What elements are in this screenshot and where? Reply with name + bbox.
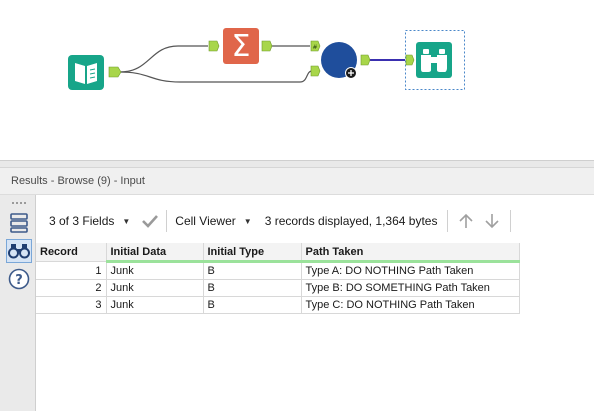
cell-initial-type[interactable]: B [203,261,302,280]
cell-record[interactable]: 3 [36,296,107,314]
cell-path-taken[interactable]: Type C: DO NOTHING Path Taken [301,296,520,314]
grip-handle[interactable] [12,202,26,204]
next-button[interactable] [484,208,500,234]
caret-down-icon: ▼ [122,216,131,226]
previous-button[interactable] [458,208,474,234]
arrow-down-icon [485,214,500,229]
checkmark-icon [142,215,159,228]
input-data-tool[interactable] [68,55,122,90]
toolbar-divider [447,210,449,232]
sigma-icon: Σ [232,29,251,64]
results-side-rail: ? [0,195,36,411]
connection-input-to-join [119,70,313,83]
metadata-view-button[interactable] [6,211,32,235]
input-anchor [405,54,415,66]
data-view-button[interactable] [6,239,32,263]
cell-initial-data[interactable]: Junk [106,296,204,314]
fields-dropdown[interactable]: 3 of 3 Fields ▼ [49,208,130,234]
arrow-up-icon [459,213,474,228]
output-anchor [360,54,371,66]
column-header-initial-data[interactable]: Initial Data [106,243,204,263]
workflow-canvas[interactable]: Σ # [0,0,594,160]
summarize-tool[interactable]: Σ [208,28,273,64]
output-anchor [108,66,122,78]
column-header-record[interactable]: Record [36,243,107,262]
header-row: Record Initial Data Initial Type Path Ta… [36,243,520,263]
toolbar-divider [166,210,168,232]
toolbar-divider [510,210,512,232]
panel-splitter[interactable] [0,160,594,168]
question-circle-icon: ? [8,268,30,290]
svg-text:?: ? [15,273,23,288]
column-header-path-taken[interactable]: Path Taken [301,243,520,263]
input-anchor-bottom [310,65,321,77]
results-window-title: Results - Browse (9) - Input [0,168,594,195]
cell-path-taken[interactable]: Type B: DO SOMETHING Path Taken [301,279,520,297]
cell-path-taken[interactable]: Type A: DO NOTHING Path Taken [301,261,520,280]
caret-down-icon: ▼ [243,216,252,226]
help-button[interactable]: ? [6,267,32,291]
cell-viewer-dropdown[interactable]: Cell Viewer ▼ [175,208,251,234]
cell-record[interactable]: 2 [36,279,107,297]
binoculars-icon [8,244,30,259]
input-anchor [208,40,220,52]
connection-input-to-summarize [119,45,208,73]
cell-initial-data[interactable]: Junk [106,279,204,297]
cell-initial-data[interactable]: Junk [106,261,204,280]
results-grid: Record Initial Data Initial Type Path Ta… [36,243,520,314]
output-anchor [261,40,273,52]
join-tool[interactable]: # [310,40,371,79]
results-toolbar: 3 of 3 Fields ▼ Cell Viewer ▼ 3 records … [36,205,594,237]
table-row[interactable]: 3 Junk B Type C: DO NOTHING Path Taken [36,296,520,314]
fields-dropdown-label: 3 of 3 Fields [49,214,115,228]
table-row[interactable]: 2 Junk B Type B: DO SOMETHING Path Taken [36,279,520,297]
cell-initial-type[interactable]: B [203,279,302,297]
cell-record[interactable]: 1 [36,261,107,280]
table-row[interactable]: 1 Junk B Type A: DO NOTHING Path Taken [36,261,520,280]
column-header-initial-type[interactable]: Initial Type [203,243,302,263]
records-status: 3 records displayed, 1,364 bytes [264,214,438,228]
svg-text:#: # [312,44,317,51]
list-stack-icon [10,213,28,233]
browse-tool[interactable] [405,30,465,90]
apply-fields-button[interactable] [142,208,159,234]
cell-initial-type[interactable]: B [203,296,302,314]
cell-viewer-label: Cell Viewer [175,214,236,228]
